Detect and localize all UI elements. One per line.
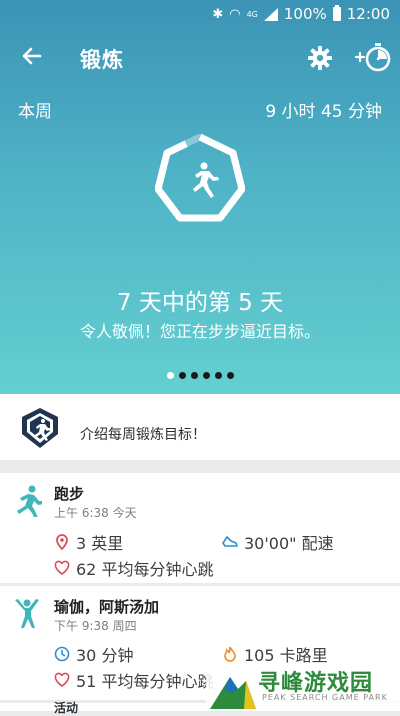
runner-icon bbox=[193, 162, 219, 198]
app-bar: 锻炼 bbox=[0, 30, 400, 86]
activity-name: 瑜伽，阿斯汤加 bbox=[54, 598, 160, 616]
page-title: 锻炼 bbox=[80, 48, 124, 72]
network-type: 4G bbox=[246, 9, 258, 19]
day-progress: 7 天中的第 5 天 bbox=[116, 290, 284, 316]
heart-rate-stat: 51 平均每分钟心跳 bbox=[54, 668, 213, 692]
page-dot-5[interactable] bbox=[214, 372, 222, 379]
duration-stat: 30 分钟 bbox=[54, 642, 133, 666]
back-arrow-icon[interactable] bbox=[18, 42, 46, 70]
gear-icon[interactable] bbox=[306, 44, 334, 72]
heart-icon bbox=[54, 672, 70, 687]
duration-value: 30 分钟 bbox=[76, 646, 134, 665]
location-pin-icon bbox=[56, 534, 68, 550]
intro-goal-banner[interactable]: 介绍每周锻炼目标！ bbox=[0, 394, 400, 460]
distance-stat: 3 英里 bbox=[54, 530, 123, 554]
activity-name: 跑步 bbox=[54, 485, 85, 503]
pace-stat: 30'00" 配速 bbox=[222, 530, 334, 554]
distance-value: 3 英里 bbox=[76, 534, 124, 553]
battery-icon bbox=[332, 5, 341, 21]
heart-icon bbox=[54, 560, 70, 575]
activity-time: 上午 6:38 今天 bbox=[54, 506, 137, 520]
heart-rate-value: 51 平均每分钟心跳 bbox=[76, 672, 214, 691]
running-icon bbox=[17, 485, 42, 517]
page-indicator[interactable] bbox=[0, 372, 400, 379]
activity-card-running[interactable]: 跑步 上午 6:38 今天 3 英里 30'00" 配速 62 平均每分钟心跳 bbox=[0, 473, 400, 583]
heart-rate-value: 62 平均每分钟心跳 bbox=[76, 560, 214, 579]
shoe-pace-icon bbox=[222, 536, 238, 547]
status-bar: ✱ ◠ 4G 100% 12:00 bbox=[0, 0, 400, 28]
activity-name: 活动 bbox=[54, 701, 79, 715]
clock-icon bbox=[54, 646, 70, 662]
page-dot-3[interactable] bbox=[190, 372, 198, 379]
activity-time: 下午 9:38 周四 bbox=[54, 619, 137, 633]
weekly-summary-hero: ✱ ◠ 4G 100% 12:00 锻炼 本周 9 小时 45 分钟 7 天中的… bbox=[0, 0, 400, 394]
mountain-logo-icon bbox=[210, 677, 256, 709]
wifi-icon: ◠ bbox=[229, 6, 241, 22]
page-dot-1[interactable] bbox=[166, 372, 174, 379]
page-dot-2[interactable] bbox=[178, 372, 186, 379]
watermark-subtitle: PEAK SEARCH GAME PARK bbox=[262, 693, 388, 702]
heart-rate-stat: 62 平均每分钟心跳 bbox=[54, 556, 213, 580]
battery-percent: 100% bbox=[283, 5, 327, 23]
pace-value: 30'00" 配速 bbox=[244, 534, 334, 553]
add-exercise-timer-icon[interactable] bbox=[354, 40, 392, 74]
signal-icon bbox=[263, 7, 278, 21]
watermark-logo: 寻峰游戏园 PEAK SEARCH GAME PARK bbox=[206, 663, 400, 711]
page-dot-6[interactable] bbox=[226, 372, 234, 379]
weekly-goal-badge bbox=[155, 134, 245, 222]
clock-time: 12:00 bbox=[346, 5, 390, 23]
yoga-icon bbox=[15, 599, 39, 628]
goal-shield-icon bbox=[22, 408, 58, 448]
week-total-duration: 9 小时 45 分钟 bbox=[265, 102, 382, 122]
page-dot-4[interactable] bbox=[202, 372, 210, 379]
bluetooth-icon: ✱ bbox=[212, 6, 224, 22]
week-label: 本周 bbox=[18, 102, 52, 122]
flame-icon bbox=[224, 646, 236, 662]
intro-goal-text: 介绍每周锻炼目标！ bbox=[80, 427, 206, 443]
motivation-text: 令人敬佩！您正在步步逼近目标。 bbox=[79, 322, 320, 341]
